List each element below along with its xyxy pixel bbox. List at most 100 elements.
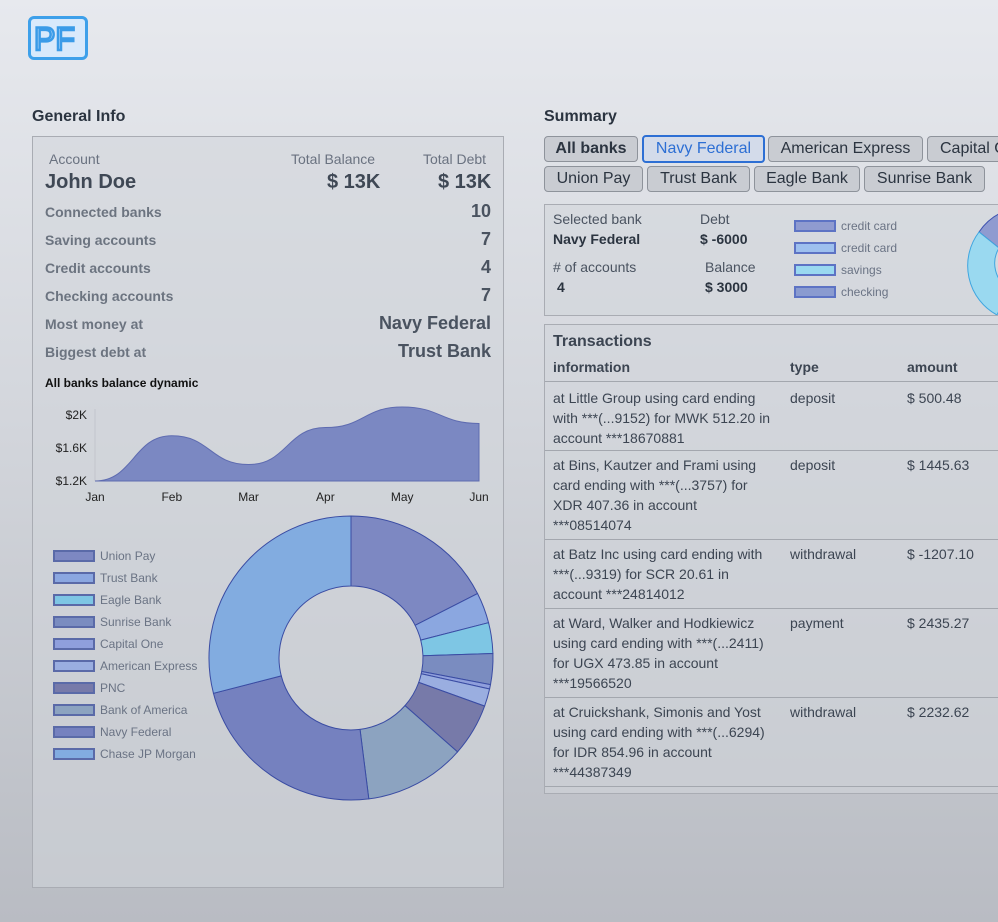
info-label: Credit accounts	[45, 260, 151, 276]
legend-item[interactable]: Eagle Bank	[53, 593, 161, 607]
x-tick-label: Mar	[238, 490, 259, 504]
table-row[interactable]: at Batz Inc using card ending with ***(..…	[545, 539, 998, 609]
tx-amount: $ 2435.27	[907, 615, 970, 631]
x-tick-label: Jan	[85, 490, 104, 504]
legend-item[interactable]: Chase JP Morgan	[53, 747, 196, 761]
tx-type: withdrawal	[790, 546, 857, 562]
tab-trust-bank[interactable]: Trust Bank	[647, 166, 750, 192]
info-value: 4	[480, 257, 491, 277]
donut-slice-chase-jp-morgan[interactable]	[208, 515, 352, 694]
table-row[interactable]: at Bins, Kautzer and Frami using card end…	[545, 450, 998, 540]
debt-value: $ -6000	[700, 231, 748, 247]
total-balance-header: Total Balance	[291, 151, 376, 167]
legend-swatch	[53, 704, 95, 716]
info-value: 7	[480, 285, 491, 305]
balance-label: Balance	[705, 259, 756, 275]
info-label: Most money at	[45, 316, 144, 332]
legend-item[interactable]: Bank of America	[53, 703, 187, 717]
legend-swatch	[794, 286, 836, 298]
info-label: Saving accounts	[45, 232, 157, 248]
legend-item: credit card	[794, 241, 897, 255]
total-debt-value: $ 13K	[438, 171, 492, 193]
tab-union-pay[interactable]: Union Pay	[544, 166, 643, 192]
info-label: Checking accounts	[45, 288, 174, 304]
legend-label: Bank of America	[100, 703, 188, 717]
total-debt-header: Total Debt	[423, 151, 487, 167]
legend-item: credit card	[794, 219, 897, 233]
info-row-checking-accounts: Checking accounts 7	[45, 285, 491, 306]
x-tick-label: Jun	[469, 490, 488, 504]
summary-title: Summary	[544, 108, 617, 125]
legend-label: Sunrise Bank	[100, 615, 172, 629]
tab-all-banks[interactable]: All banks	[544, 136, 638, 162]
legend-swatch	[794, 264, 836, 276]
y-tick-label: $1.2K	[56, 474, 87, 488]
legend-label: credit card	[841, 241, 898, 255]
account-mini-donut	[967, 213, 998, 315]
legend-label: Chase JP Morgan	[100, 747, 196, 761]
legend-label: Union Pay	[100, 549, 156, 563]
tab-eagle-bank[interactable]: Eagle Bank	[754, 166, 860, 192]
tab-capital-one[interactable]: Capital One	[927, 136, 998, 162]
info-value: Trust Bank	[397, 341, 491, 361]
banks-donut-chart	[208, 515, 494, 801]
donut-slice-navy-federal[interactable]	[212, 675, 370, 801]
info-row-connected-banks: Connected banks 10	[45, 201, 491, 222]
selected-bank-panel: Selected bank Navy Federal Debt $ -6000 …	[544, 204, 998, 316]
legend-item[interactable]: Capital One	[53, 637, 163, 651]
info-label: Connected banks	[45, 204, 162, 220]
pf-logo: PF	[28, 16, 88, 60]
legend-label: savings	[841, 263, 882, 277]
info-value: 7	[480, 229, 491, 249]
tx-amount: $ 500.48	[907, 390, 962, 406]
legend-label: credit card	[841, 219, 898, 233]
legend-item[interactable]: Sunrise Bank	[53, 615, 171, 629]
info-value: 10	[470, 201, 491, 221]
table-row[interactable]: at Cruickshank, Simonis and Yost using ca…	[545, 697, 998, 787]
tab-sunrise-bank[interactable]: Sunrise Bank	[864, 166, 985, 192]
legend-item: savings	[794, 263, 882, 277]
legend-label: Trust Bank	[100, 571, 158, 585]
accounts-label: # of accounts	[553, 259, 637, 275]
account-type-legend: credit card credit card savings checking	[794, 219, 954, 309]
legend-swatch	[53, 682, 95, 694]
legend-swatch	[53, 748, 95, 760]
legend-label: PNC	[100, 681, 126, 695]
balance-value: $ 3000	[705, 279, 748, 295]
tx-type: withdrawal	[790, 704, 857, 720]
transactions-title: Transactions	[553, 333, 652, 350]
info-row-credit-accounts: Credit accounts 4	[45, 257, 491, 278]
tab-navy-federal[interactable]: Navy Federal	[642, 135, 765, 163]
legend-item[interactable]: PNC	[53, 681, 125, 695]
info-row-biggest-debt: Biggest debt at Trust Bank	[45, 341, 491, 362]
legend-swatch	[794, 242, 836, 254]
legend-label: Capital One	[100, 637, 164, 651]
legend-swatch	[53, 616, 95, 628]
tx-amount: $ 1445.63	[907, 457, 970, 473]
legend-swatch	[53, 726, 95, 738]
x-tick-label: Feb	[161, 490, 182, 504]
legend-swatch	[53, 572, 95, 584]
legend-swatch	[794, 220, 836, 232]
table-row[interactable]: at Little Group using card ending with **…	[545, 381, 998, 451]
legend-label: Navy Federal	[100, 725, 172, 739]
legend-item[interactable]: Navy Federal	[53, 725, 171, 739]
legend-item: checking	[794, 285, 888, 299]
donut-legend: Union Pay Trust Bank Eagle Bank Sunrise Ban…	[53, 549, 213, 779]
header-amount: amount	[907, 359, 958, 375]
account-header: Account	[49, 151, 100, 167]
legend-item[interactable]: Union Pay	[53, 549, 155, 563]
legend-item[interactable]: American Express	[53, 659, 197, 673]
balance-dynamic-chart: All banks balance dynamic Jan Feb Mar Apr May…	[45, 376, 489, 504]
legend-swatch	[53, 638, 95, 650]
header-type: type	[790, 359, 819, 375]
tx-information: at Little Group using card ending with **…	[553, 390, 771, 446]
transactions-panel: Transactions information type amount at …	[544, 324, 998, 794]
debt-label: Debt	[700, 211, 730, 227]
svg-text:PF: PF	[34, 21, 75, 57]
table-row[interactable]: at Ward, Walker and Hodkiewicz using card…	[545, 608, 998, 698]
legend-swatch	[53, 660, 95, 672]
tab-american-express[interactable]: American Express	[768, 136, 923, 162]
legend-item[interactable]: Trust Bank	[53, 571, 158, 585]
info-row-most-money: Most money at Navy Federal	[45, 313, 491, 334]
